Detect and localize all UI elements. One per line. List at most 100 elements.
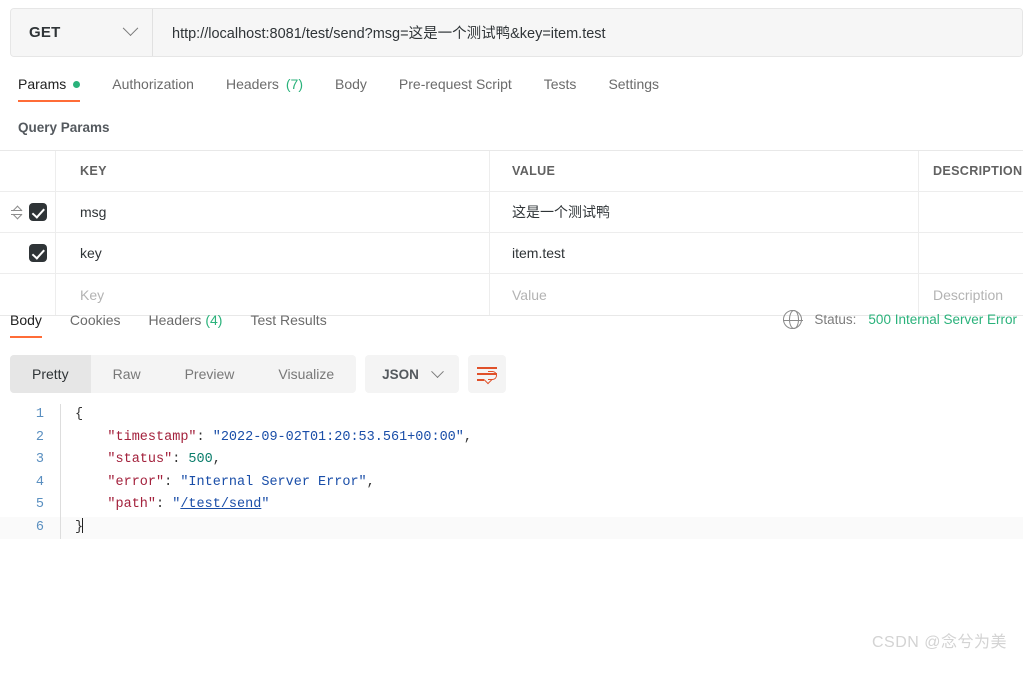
row-controls (0, 192, 56, 232)
query-params-heading: Query Params (18, 120, 110, 135)
tab-params[interactable]: Params (18, 74, 80, 102)
response-tab-headers-count: (4) (205, 312, 222, 328)
param-value-input[interactable]: item.test (490, 233, 919, 273)
table-row-empty: Key Value Description (0, 274, 1023, 315)
code-token: : (172, 452, 188, 467)
tab-tests-label: Tests (544, 76, 577, 92)
tab-settings-label: Settings (608, 76, 659, 92)
line-number: 3 (0, 449, 60, 472)
code-link[interactable]: /test/send (180, 497, 261, 512)
response-tab-bar: Body Cookies Headers (4) Test Results St… (10, 310, 1023, 346)
tab-body[interactable]: Body (335, 74, 367, 102)
code-token: , (367, 475, 375, 490)
line-number: 5 (0, 494, 60, 517)
response-tab-body-label: Body (10, 312, 42, 328)
tab-params-label: Params (18, 76, 66, 92)
tab-headers-label: Headers (226, 76, 279, 92)
code-token: "error" (107, 475, 164, 490)
row-enabled-checkbox[interactable] (29, 203, 47, 221)
code-token: , (213, 452, 221, 467)
http-method-label: GET (29, 24, 60, 41)
params-modified-dot-icon (73, 81, 80, 88)
param-description-input[interactable] (919, 192, 1023, 232)
code-token: : (156, 497, 172, 512)
code-token: "status" (107, 452, 172, 467)
row-controls (0, 233, 56, 273)
row-controls (0, 274, 56, 315)
param-key-text: msg (80, 204, 106, 220)
response-tab-headers[interactable]: Headers (4) (149, 310, 223, 338)
code-line-text: { (60, 404, 1023, 427)
chevron-down-icon (123, 20, 139, 36)
request-url-input[interactable]: http://localhost:8081/test/send?msg=这是一个… (153, 9, 1022, 56)
watermark: CSDN @念兮为美 (872, 628, 1007, 652)
line-number: 1 (0, 404, 60, 427)
param-value-input[interactable]: 这是一个测试鸭 (490, 192, 919, 232)
table-row: key item.test (0, 233, 1023, 274)
code-line-text: "error": "Internal Server Error", (60, 472, 1023, 495)
tab-authorization-label: Authorization (112, 76, 194, 92)
word-wrap-toggle-button[interactable] (468, 355, 506, 393)
response-body-code-viewer[interactable]: 1{2 "timestamp": "2022-09-02T01:20:53.56… (0, 404, 1023, 554)
response-tab-headers-label: Headers (149, 312, 202, 328)
line-number: 4 (0, 472, 60, 495)
line-number: 2 (0, 427, 60, 450)
drag-handle-icon[interactable] (11, 206, 22, 219)
http-method-dropdown[interactable]: GET (11, 9, 153, 56)
column-header-description: DESCRIPTION (919, 151, 1023, 191)
param-value-text: 这是一个测试鸭 (512, 202, 610, 222)
param-description-input[interactable] (919, 233, 1023, 273)
param-key-input[interactable]: msg (56, 192, 490, 232)
language-dropdown-label: JSON (382, 367, 419, 382)
code-token: "Internal Server Error" (180, 475, 366, 490)
code-line: 4 "error": "Internal Server Error", (0, 472, 1023, 495)
code-line: 6} (0, 517, 1023, 540)
request-bar: GET http://localhost:8081/test/send?msg=… (10, 8, 1023, 57)
column-header-key: KEY (56, 151, 490, 191)
tab-headers[interactable]: Headers (7) (226, 74, 303, 102)
format-tab-preview[interactable]: Preview (163, 355, 257, 393)
code-token (75, 475, 107, 490)
format-tab-visualize[interactable]: Visualize (256, 355, 356, 393)
code-token: : (164, 475, 180, 490)
response-tab-body[interactable]: Body (10, 310, 42, 338)
text-cursor (82, 518, 83, 533)
new-param-value-input[interactable]: Value (490, 274, 919, 315)
globe-icon[interactable] (783, 310, 802, 329)
tab-tests[interactable]: Tests (544, 74, 577, 102)
line-number: 6 (0, 517, 60, 540)
format-tab-pretty[interactable]: Pretty (10, 355, 91, 393)
param-key-input[interactable]: key (56, 233, 490, 273)
row-enabled-checkbox[interactable] (29, 244, 47, 262)
code-line-text: "path": "/test/send" (60, 494, 1023, 517)
code-line-text: "timestamp": "2022-09-02T01:20:53.561+00… (60, 427, 1023, 450)
code-token: 500 (188, 452, 212, 467)
code-token (75, 497, 107, 512)
new-param-value-placeholder: Value (512, 287, 547, 303)
language-dropdown[interactable]: JSON (365, 355, 459, 393)
response-status-area: Status: 500 Internal Server Error (783, 310, 1023, 329)
code-line: 5 "path": "/test/send" (0, 494, 1023, 517)
format-tab-raw[interactable]: Raw (91, 355, 163, 393)
tab-pre-request-script[interactable]: Pre-request Script (399, 74, 512, 102)
code-token: " (261, 497, 269, 512)
tab-pre-request-script-label: Pre-request Script (399, 76, 512, 92)
new-param-description-input[interactable]: Description (919, 274, 1023, 315)
response-tab-cookies[interactable]: Cookies (70, 310, 121, 338)
response-tab-test-results[interactable]: Test Results (250, 310, 326, 338)
table-row: msg 这是一个测试鸭 (0, 192, 1023, 233)
code-line: 1{ (0, 404, 1023, 427)
chevron-down-icon (431, 365, 444, 378)
new-param-description-placeholder: Description (933, 287, 1003, 303)
table-header-row: KEY VALUE DESCRIPTION (0, 151, 1023, 192)
response-format-toolbar: Pretty Raw Preview Visualize JSON (10, 355, 506, 393)
new-param-key-input[interactable]: Key (56, 274, 490, 315)
code-token: "path" (107, 497, 156, 512)
tab-settings[interactable]: Settings (608, 74, 659, 102)
code-token (75, 430, 107, 445)
tab-authorization[interactable]: Authorization (112, 74, 194, 102)
code-token (75, 452, 107, 467)
wrap-arrow-icon (488, 371, 497, 380)
response-tab-test-results-label: Test Results (250, 312, 326, 328)
code-token: { (75, 407, 83, 422)
